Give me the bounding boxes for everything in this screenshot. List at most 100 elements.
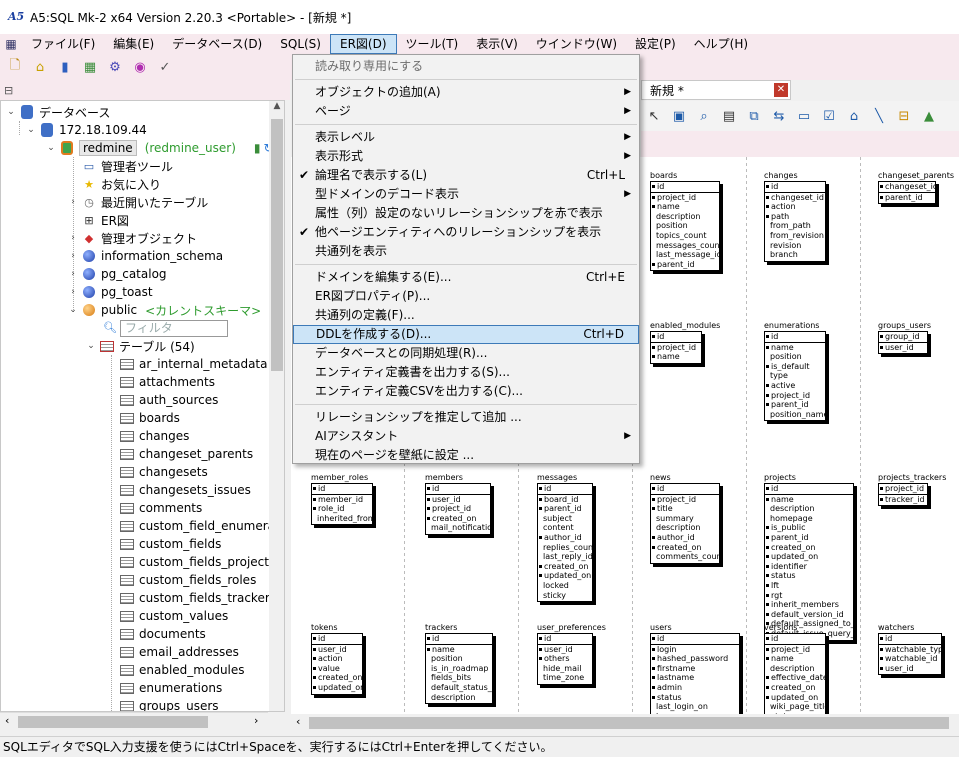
scroll-right-icon[interactable]: › (254, 714, 258, 727)
tree-icon[interactable]: ▲ (918, 105, 940, 127)
menu-window[interactable]: ウインドウ(W) (527, 34, 626, 54)
window-menu-icon[interactable]: ▦ (0, 34, 22, 54)
menu-item[interactable]: 型ドメインのデコード表示 ▶ (293, 185, 639, 204)
tree-table-item[interactable]: comments (119, 499, 202, 517)
tree-table-item[interactable]: custom_fields_roles (119, 571, 256, 589)
tree-item-er-diagram[interactable]: ⊞ ER図 (81, 211, 129, 229)
menu-item[interactable]: エンティティ定義書を出力する(S)... (293, 363, 639, 382)
menu-item[interactable]: ✔ 他ページエンティティへのリレーションシップを表示 (293, 223, 639, 242)
db-refresh-icon[interactable]: ▮ (254, 141, 261, 155)
menu-item[interactable]: データベースとの同期処理(R)... (293, 344, 639, 363)
scrollbar-thumb[interactable] (18, 716, 208, 728)
er-entity[interactable]: watchersidwatchable_typewatchable_iduser… (878, 623, 942, 676)
database-icon[interactable]: ▮ (54, 56, 76, 78)
table-editor-icon[interactable]: ▦ (79, 56, 101, 78)
tree-table-item[interactable]: changesets_issues (119, 481, 251, 499)
er-entity[interactable]: changes id changeset_id action path from_path… (764, 171, 826, 262)
menu-er-diagram[interactable]: ER図(D) (329, 34, 397, 54)
er-entity[interactable]: trackers id name position is_in_roadmap field… (425, 623, 493, 705)
menu-item[interactable]: ページ ▶ (293, 102, 639, 121)
scrollbar-thumb[interactable] (309, 717, 949, 729)
tree-table-item[interactable]: groups_users (119, 697, 219, 711)
er-entity[interactable]: user_preferences id user_id others hide_mail… (537, 623, 606, 685)
menu-help[interactable]: ヘルプ(H) (685, 34, 757, 54)
menu-view[interactable]: 表示(V) (467, 34, 527, 54)
tree-table-item[interactable]: changes (119, 427, 189, 445)
menu-item[interactable]: 表示レベル ▶ (293, 128, 639, 147)
tree-table-item[interactable]: custom_fields (119, 535, 221, 553)
menu-edit[interactable]: 編集(E) (104, 34, 163, 54)
tree-table-item[interactable]: changeset_parents (119, 445, 253, 463)
tree-table-item[interactable]: auth_sources (119, 391, 218, 409)
er-entity[interactable]: changeset_parents changeset_id parent_id (878, 171, 954, 205)
line-icon[interactable]: ╲ (868, 105, 890, 127)
er-entity[interactable]: tokens id user_id action value created_on upda… (311, 623, 363, 695)
copy-icon[interactable]: ⧉ (743, 105, 765, 127)
tree-schema-pg-catalog[interactable]: › pg_catalog (67, 265, 166, 283)
tab-new-document[interactable]: 新規 * ✕ (641, 80, 791, 100)
collapse-icon[interactable]: ⌄ (25, 125, 37, 135)
menu-settings[interactable]: 設定(P) (626, 34, 685, 54)
er-entity[interactable]: member_roles id member_id role_id inherited_… (311, 473, 373, 526)
tree-horizontal-scrollbar[interactable]: ‹ › (0, 712, 268, 730)
tree-schema-pg-toast[interactable]: › pg_toast (67, 283, 152, 301)
menu-item[interactable]: ✔ 論理名で表示する(L) Ctrl+L (293, 166, 639, 185)
er-entity[interactable]: versions id project_id name description effec… (764, 623, 826, 714)
tree-root-databases[interactable]: ⌄ データベース (5, 103, 110, 121)
tree-table-item[interactable]: enabled_modules (119, 661, 245, 679)
menu-item[interactable]: AIアシスタント ▶ (293, 427, 639, 446)
menu-item[interactable]: オブジェクトの追加(A) ▶ (293, 83, 639, 102)
menu-sql[interactable]: SQL(S) (271, 34, 330, 54)
tree-table-item[interactable]: attachments (119, 373, 215, 391)
menu-tools[interactable]: ツール(T) (397, 34, 468, 54)
plugin-icon[interactable]: ◉ (129, 56, 151, 78)
menu-item[interactable]: DDLを作成する(D)... Ctrl+D (293, 325, 639, 344)
tree-item-admin-tools[interactable]: ▭ 管理者ツール (81, 157, 173, 175)
add-entity-icon[interactable]: ▣ (668, 105, 690, 127)
tree-host[interactable]: ⌄ 172.18.109.44 (25, 121, 147, 139)
tree-connection-redmine[interactable]: ⌄ redmine (redmine_user) ▮ ↻ (45, 139, 274, 157)
check-entity-icon[interactable]: ☑ (818, 105, 840, 127)
er-entity[interactable]: groups_users group_id user_id (878, 321, 931, 355)
er-entity[interactable]: projects_trackers project_id tracker_id (878, 473, 946, 507)
expand-icon[interactable]: › (67, 197, 79, 207)
tree-table-item[interactable]: enumerations (119, 679, 222, 697)
note-icon[interactable]: ▤ (718, 105, 740, 127)
tree-tables-folder[interactable]: ⌄ テーブル (54) (85, 337, 195, 355)
er-entity[interactable]: enumerations id name position is_default type… (764, 321, 826, 422)
scroll-left-icon[interactable]: ‹ (296, 715, 300, 728)
scroll-left-icon[interactable]: ‹ (5, 714, 9, 727)
collapse-icon[interactable]: ⌄ (5, 107, 17, 117)
menu-item[interactable]: 共通列を表示 (293, 242, 639, 261)
er-entity[interactable]: enabled_modules id project_id name (650, 321, 720, 364)
tree-table-item[interactable]: custom_fields_trackers (119, 589, 276, 607)
tree-table-item[interactable]: custom_values (119, 607, 228, 625)
tree-table-item[interactable]: ar_internal_metadata (119, 355, 268, 373)
tree-table-item[interactable]: boards (119, 409, 180, 427)
new-file-icon[interactable]: 🗋 (4, 56, 26, 78)
tree-layout-icon[interactable]: ⊟ (4, 84, 13, 97)
tree-table-item[interactable]: email_addresses (119, 643, 239, 661)
gear-icon[interactable]: ⚙ (104, 56, 126, 78)
collapse-icon[interactable]: ⌄ (67, 305, 79, 315)
tree-item-recent-tables[interactable]: › ◷ 最近開いたテーブル (67, 193, 208, 211)
menu-item[interactable]: 表示形式 ▶ (293, 147, 639, 166)
relation-icon[interactable]: ⇆ (768, 105, 790, 127)
tree-table-item[interactable]: custom_fields_projects (119, 553, 275, 571)
expand-icon[interactable]: › (67, 251, 79, 261)
collapse-icon[interactable]: ⌄ (45, 143, 57, 153)
scrollbar-thumb[interactable] (271, 119, 283, 371)
zoom-icon[interactable]: ⌕ (693, 105, 715, 127)
lock-icon[interactable]: ⊟ (893, 105, 915, 127)
tree-vertical-scrollbar[interactable]: ▲ (269, 101, 284, 711)
comment-icon[interactable]: ▭ (793, 105, 815, 127)
tree-item-admin-objects[interactable]: › ◆ 管理オブジェクト (67, 229, 197, 247)
canvas-horizontal-scrollbar[interactable]: ‹ (291, 714, 959, 732)
tree-schema-information-schema[interactable]: › information_schema (67, 247, 223, 265)
scroll-up-icon[interactable]: ▲ (269, 101, 284, 111)
er-entity[interactable]: projects id name description homepage is_publ… (764, 473, 854, 641)
expand-icon[interactable]: › (67, 269, 79, 279)
filter-input[interactable]: フィルタ (120, 320, 228, 337)
collapse-icon[interactable]: ⌄ (85, 341, 97, 351)
expand-icon[interactable]: › (67, 287, 79, 297)
